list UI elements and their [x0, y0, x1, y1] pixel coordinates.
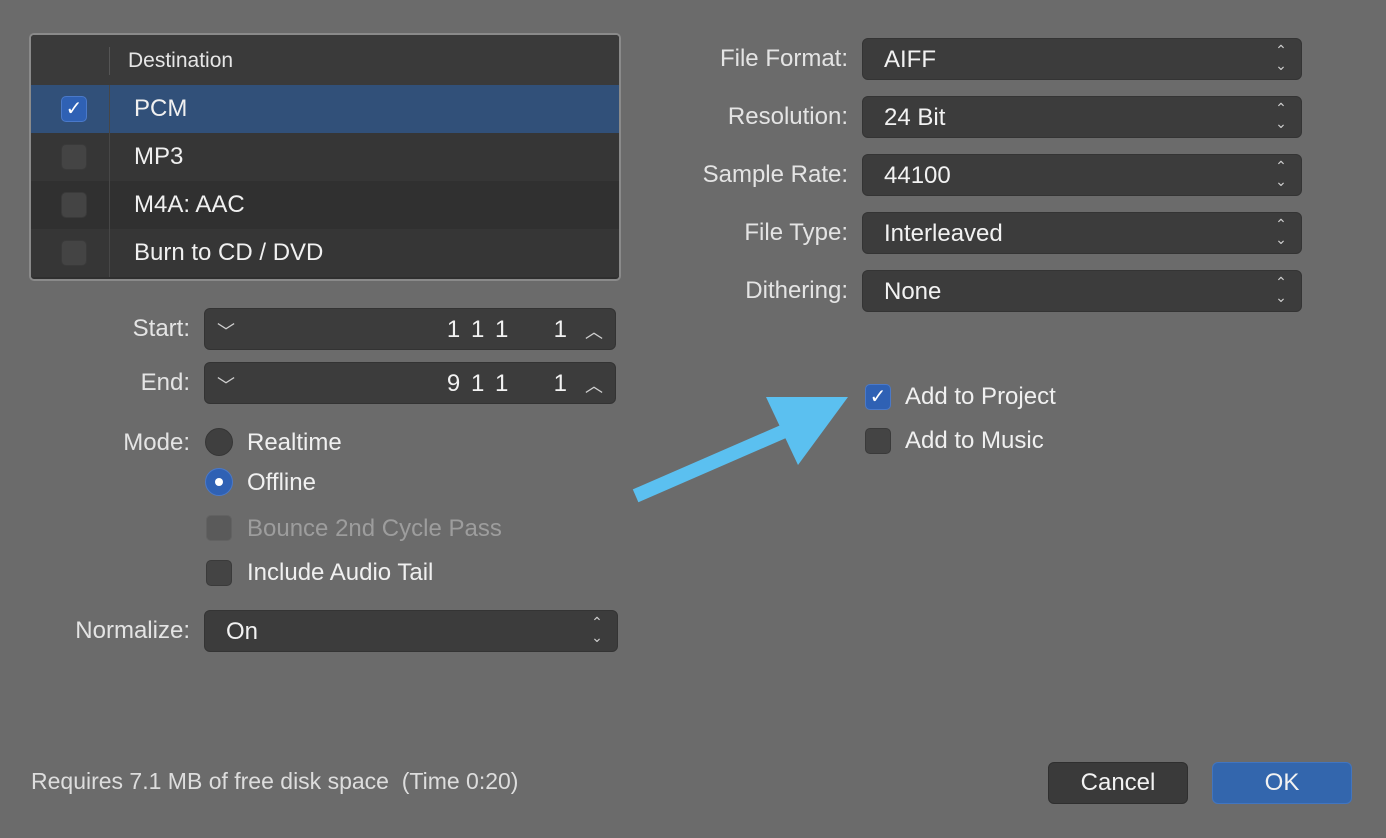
column-separator — [109, 229, 110, 277]
sample-rate-label: Sample Rate: — [702, 161, 848, 188]
offline-radio[interactable] — [205, 468, 233, 496]
burn-cd-checkbox[interactable] — [61, 240, 87, 266]
chevron-down-icon[interactable]: ﹀ — [217, 372, 235, 398]
file-format-label: File Format: — [719, 45, 848, 72]
add-to-music-label[interactable]: Add to Music — [905, 427, 1044, 455]
add-to-project-label[interactable]: Add to Project — [905, 383, 1056, 411]
destination-row-burn-cd[interactable]: Burn to CD / DVD — [31, 229, 619, 277]
up-down-arrows-icon: ⌃ ⌄ — [1275, 216, 1287, 247]
dithering-popup[interactable]: None ⌃ ⌄ — [862, 270, 1302, 312]
column-separator — [109, 181, 110, 229]
sample-rate-value: 44100 — [884, 162, 951, 189]
file-type-label: File Type: — [744, 219, 848, 246]
dithering-label: Dithering: — [745, 277, 848, 304]
chevron-down-icon[interactable]: ﹀ — [217, 318, 235, 344]
file-type-popup[interactable]: Interleaved ⌃ ⌄ — [862, 212, 1302, 254]
normalize-value: On — [226, 618, 259, 645]
up-down-arrows-icon: ⌃ ⌄ — [1275, 42, 1287, 73]
start-position-field[interactable]: ﹀ 1 1 1 1 ︿ — [204, 308, 616, 350]
destination-table: Destination ✓ PCM MP3 M4A: AAC Burn to C… — [29, 33, 621, 281]
realtime-label[interactable]: Realtime — [247, 429, 342, 457]
end-position-field[interactable]: ﹀ 9 1 1 1 ︿ — [204, 362, 616, 404]
destination-table-header: Destination — [31, 35, 619, 86]
destination-label-pcm: PCM — [134, 95, 188, 122]
file-format-popup[interactable]: AIFF ⌃ ⌄ — [862, 38, 1302, 80]
chevron-up-icon[interactable]: ︿ — [585, 318, 603, 344]
normalize-label: Normalize: — [75, 617, 190, 644]
m4a-checkbox[interactable] — [61, 192, 87, 218]
column-separator — [109, 85, 110, 133]
start-label: Start: — [132, 315, 190, 342]
destination-row-m4a[interactable]: M4A: AAC — [31, 181, 619, 229]
end-label: End: — [140, 369, 190, 396]
include-audio-tail-checkbox[interactable] — [206, 560, 232, 586]
destination-label-m4a: M4A: AAC — [134, 191, 245, 218]
end-position-value[interactable]: 9 1 1 1 — [447, 370, 569, 398]
start-position-value[interactable]: 1 1 1 1 — [447, 316, 569, 344]
normalize-popup[interactable]: On ⌃ ⌄ — [204, 610, 618, 652]
cancel-button[interactable]: Cancel — [1048, 762, 1188, 804]
column-separator — [109, 47, 110, 75]
destination-row-mp3[interactable]: MP3 — [31, 133, 619, 181]
resolution-label: Resolution: — [727, 103, 848, 130]
mp3-checkbox[interactable] — [61, 144, 87, 170]
destination-column-header[interactable]: Destination — [128, 49, 233, 73]
resolution-popup[interactable]: 24 Bit ⌃ ⌄ — [862, 96, 1302, 138]
disk-space-info: Requires 7.1 MB of free disk space (Time… — [31, 768, 519, 794]
up-down-arrows-icon: ⌃ ⌄ — [1275, 158, 1287, 189]
dithering-value: None — [884, 278, 942, 305]
ok-button[interactable]: OK — [1212, 762, 1352, 804]
bounce-2nd-cycle-checkbox — [206, 515, 232, 541]
resolution-value: 24 Bit — [884, 104, 946, 131]
up-down-arrows-icon: ⌃ ⌄ — [1275, 274, 1287, 305]
up-down-arrows-icon: ⌃ ⌄ — [591, 614, 603, 645]
offline-label[interactable]: Offline — [247, 469, 316, 497]
add-to-project-checkbox[interactable]: ✓ — [865, 384, 891, 410]
file-format-value: AIFF — [884, 46, 936, 73]
bounce-2nd-cycle-label: Bounce 2nd Cycle Pass — [247, 515, 502, 542]
realtime-radio[interactable] — [205, 428, 233, 456]
destination-label-mp3: MP3 — [134, 143, 184, 170]
chevron-up-icon[interactable]: ︿ — [585, 372, 603, 398]
add-to-music-checkbox[interactable] — [865, 428, 891, 454]
pcm-checkbox[interactable]: ✓ — [61, 96, 87, 122]
include-audio-tail-label[interactable]: Include Audio Tail — [247, 559, 433, 587]
sample-rate-popup[interactable]: 44100 ⌃ ⌄ — [862, 154, 1302, 196]
column-separator — [109, 133, 110, 181]
annotation-arrow-icon — [632, 397, 848, 503]
destination-row-pcm[interactable]: ✓ PCM — [31, 85, 619, 133]
file-type-value: Interleaved — [884, 220, 1003, 247]
mode-label: Mode: — [123, 429, 190, 456]
up-down-arrows-icon: ⌃ ⌄ — [1275, 100, 1287, 131]
destination-label-burn-cd: Burn to CD / DVD — [134, 239, 324, 266]
